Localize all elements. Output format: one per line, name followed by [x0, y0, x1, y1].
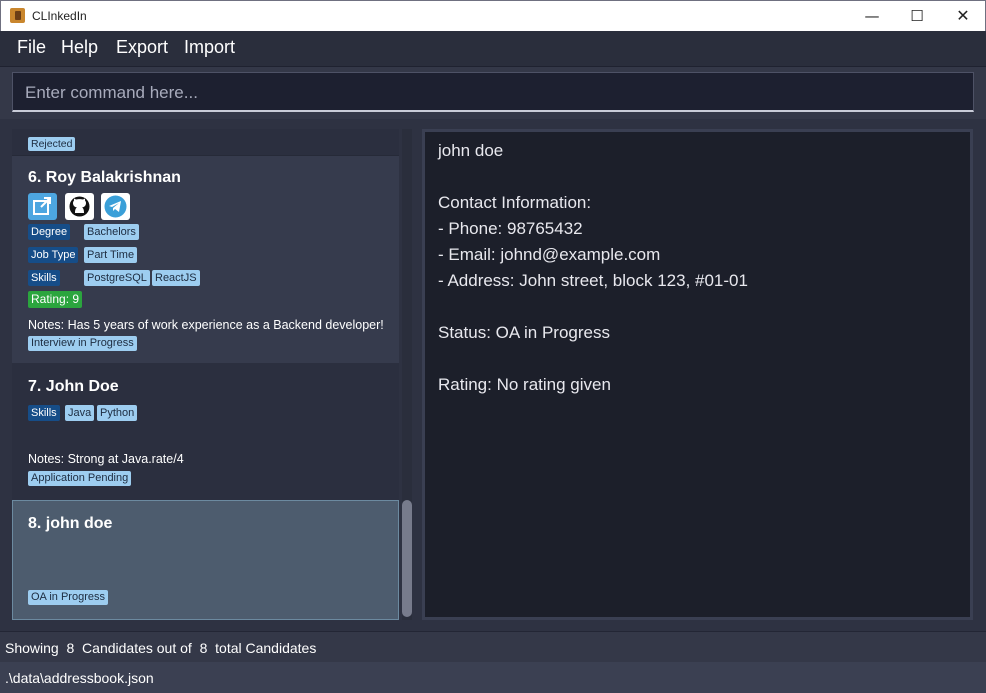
status-tag: Rejected: [28, 137, 76, 151]
rating-badge: Rating: 9: [28, 291, 83, 308]
candidate-count-text: Showing 8 Candidates out of 8 total Cand…: [5, 640, 317, 656]
external-link-icon[interactable]: [28, 193, 57, 220]
degree-value-tag: Bachelors: [84, 224, 139, 240]
candidate-detail-panel: john doe Contact Information: - Phone: 9…: [422, 129, 973, 620]
skills-label-tag: Skills: [28, 270, 60, 286]
minimize-button[interactable]: —: [849, 1, 895, 31]
file-path-text: .\data\addressbook.json: [5, 670, 154, 686]
candidate-card-selected[interactable]: 8. john doe OA in Progress: [12, 500, 399, 620]
candidate-card-partial[interactable]: Rejected: [12, 129, 399, 155]
status-tag: OA in Progress: [28, 590, 108, 605]
candidate-card[interactable]: 6. Roy Balakrishnan Degree Bachelors Job…: [12, 156, 399, 363]
skill-tag: Java: [65, 405, 95, 421]
command-input[interactable]: [25, 82, 955, 104]
detail-name: john doe: [438, 141, 504, 160]
telegram-icon[interactable]: [101, 193, 130, 220]
detail-address: - Address: John street, block 123, #01-0…: [438, 271, 748, 290]
command-box: [12, 72, 974, 112]
menu-file[interactable]: File: [17, 37, 46, 58]
status-tag: Interview in Progress: [28, 336, 137, 351]
maximize-button[interactable]: ☐: [894, 1, 940, 31]
scrollbar-thumb[interactable]: [402, 500, 412, 617]
file-path-bar: .\data\addressbook.json: [0, 662, 986, 693]
skill-tag: ReactJS: [152, 270, 200, 286]
candidate-notes: Notes: Has 5 years of work experience as…: [28, 318, 384, 332]
menu-bar: File Help Export Import: [0, 31, 986, 67]
jobtype-value-tag: Part Time: [84, 247, 138, 263]
detail-contact-header: Contact Information:: [438, 193, 592, 212]
candidate-name: 7. John Doe: [28, 378, 119, 395]
menu-export[interactable]: Export: [116, 37, 168, 58]
detail-email: - Email: johnd@example.com: [438, 245, 661, 264]
menu-import[interactable]: Import: [184, 37, 235, 58]
candidate-notes: Notes: Strong at Java.rate/4: [28, 452, 184, 466]
detail-rating: Rating: No rating given: [438, 375, 611, 394]
command-area: [0, 67, 986, 119]
detail-phone: - Phone: 98765432: [438, 219, 583, 238]
skill-tag: PostgreSQL: [84, 270, 150, 286]
jobtype-label-tag: Job Type: [28, 247, 79, 263]
menu-help[interactable]: Help: [61, 37, 98, 58]
list-scrollbar[interactable]: [402, 129, 412, 620]
app-icon: [10, 8, 25, 23]
skills-label-tag: Skills: [28, 405, 60, 421]
candidate-list[interactable]: Rejected 6. Roy Balakrishnan Degree Bach…: [12, 129, 399, 620]
title-bar: CLInkedIn — ☐ ✕: [0, 0, 986, 31]
skill-tag: Python: [97, 405, 138, 421]
github-icon[interactable]: [65, 193, 94, 220]
candidate-card[interactable]: 7. John Doe Skills Java Python Notes: St…: [12, 363, 399, 500]
detail-status: Status: OA in Progress: [438, 323, 610, 342]
status-bar: Showing 8 Candidates out of 8 total Cand…: [0, 631, 986, 662]
candidate-name: 6. Roy Balakrishnan: [28, 169, 181, 186]
window-title: CLInkedIn: [32, 9, 87, 23]
status-tag: Application Pending: [28, 471, 132, 486]
close-button[interactable]: ✕: [940, 1, 986, 31]
main-area: Rejected 6. Roy Balakrishnan Degree Bach…: [0, 119, 986, 631]
degree-label-tag: Degree: [28, 224, 71, 240]
candidate-name: 8. john doe: [28, 515, 113, 532]
